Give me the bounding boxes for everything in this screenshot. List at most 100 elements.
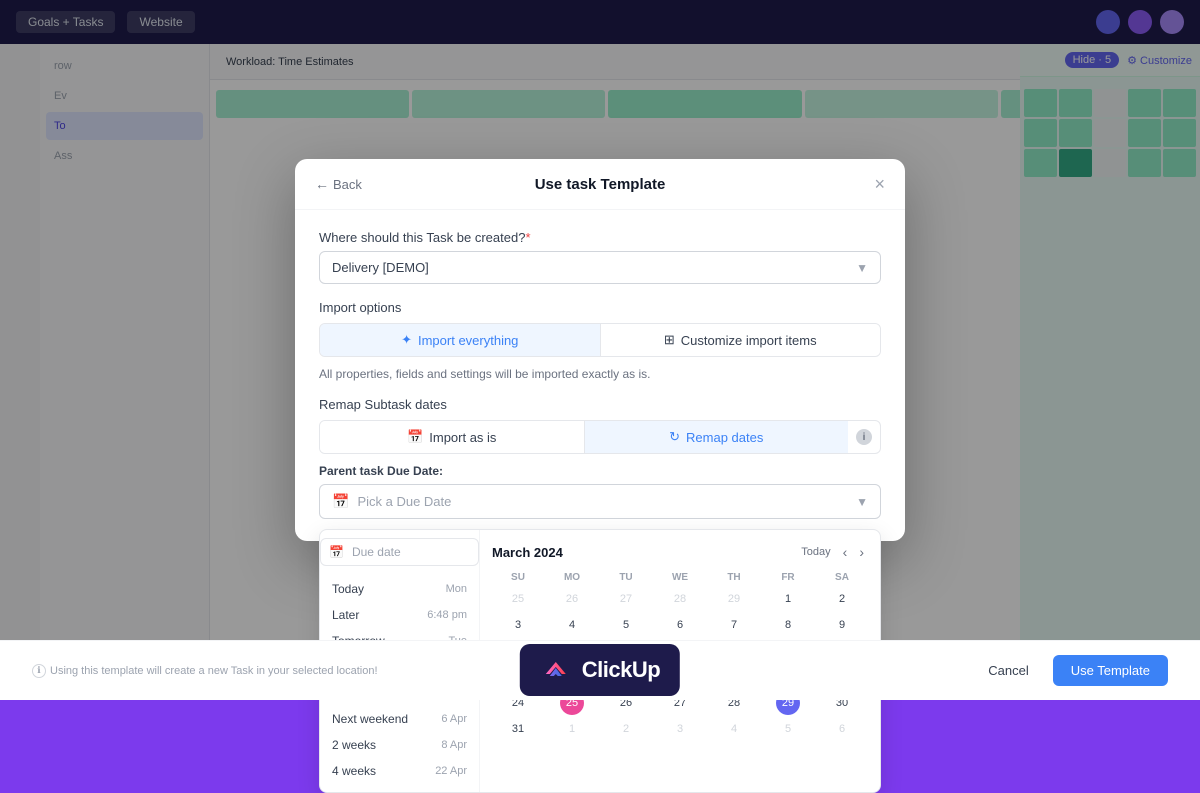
cal-day[interactable]: 8 <box>776 613 800 637</box>
quick-date-today[interactable]: Today Mon <box>320 576 479 602</box>
import-note: All properties, fields and settings will… <box>319 367 881 381</box>
due-date-input-row[interactable]: 📅 Due date <box>320 538 479 566</box>
quick-date-4weeks-day: 22 Apr <box>435 765 467 777</box>
footer-info-text: Using this template will create a new Ta… <box>50 665 378 677</box>
calendar-prev-btn[interactable]: ‹ <box>839 542 852 562</box>
cal-day[interactable]: 3 <box>668 717 692 741</box>
cal-day[interactable]: 9 <box>830 613 854 637</box>
clickup-icon <box>540 654 572 686</box>
cal-header-mo: MO <box>546 570 598 585</box>
import-options-group: ✦ Import everything ⊞ Customize import i… <box>319 323 881 357</box>
cal-day[interactable]: 3 <box>506 613 530 637</box>
cal-header-we: WE <box>654 570 706 585</box>
due-date-field-label: Due date <box>352 545 401 559</box>
footer-info-icon: ℹ <box>32 664 46 678</box>
calendar-icon: 📅 <box>332 493 349 510</box>
cal-header-sa: SA <box>816 570 868 585</box>
modal-body: Where should this Task be created?* Deli… <box>295 210 905 541</box>
calendar-today-btn[interactable]: Today <box>801 546 830 558</box>
location-dropdown[interactable]: Delivery [DEMO] ▼ <box>319 251 881 284</box>
where-label-text: Where should this Task be created? <box>319 230 525 245</box>
cal-day[interactable]: 2 <box>614 717 638 741</box>
quick-date-2weeks-label: 2 weeks <box>332 738 376 752</box>
sliders-icon: ⊞ <box>664 332 675 348</box>
cal-day[interactable]: 4 <box>722 717 746 741</box>
quick-date-later[interactable]: Later 6:48 pm <box>320 602 479 628</box>
sparkle-icon: ✦ <box>401 332 412 348</box>
quick-date-later-time: 6:48 pm <box>427 609 467 621</box>
cal-day[interactable]: 6 <box>830 717 854 741</box>
remap-dates-label: Remap dates <box>686 430 763 445</box>
remap-label: Remap Subtask dates <box>319 397 881 412</box>
cal-day[interactable]: 5 <box>776 717 800 741</box>
remap-options-group: 📅 Import as is ↻ Remap dates i <box>319 420 881 454</box>
cal-day[interactable]: 26 <box>560 587 584 611</box>
customize-import-button[interactable]: ⊞ Customize import items <box>601 324 881 356</box>
cal-header-su: SU <box>492 570 544 585</box>
quick-date-today-day: Mon <box>446 583 467 595</box>
import-as-is-label: Import as is <box>429 430 496 445</box>
quick-date-2weeks[interactable]: 2 weeks 8 Apr <box>320 732 479 758</box>
quick-date-4weeks[interactable]: 4 weeks 22 Apr <box>320 758 479 784</box>
clickup-name: ClickUp <box>582 657 660 683</box>
cal-day[interactable]: 27 <box>614 587 638 611</box>
back-label: Back <box>333 177 362 192</box>
cal-day[interactable]: 5 <box>614 613 638 637</box>
cal-day[interactable]: 29 <box>722 587 746 611</box>
calendar-small-icon: 📅 <box>407 429 423 445</box>
due-date-bold-label: Parent task Due Date: <box>319 464 443 478</box>
calendar-small-icon-2: 📅 <box>329 545 344 559</box>
close-button[interactable]: × <box>874 175 885 193</box>
modal-overlay: ← Back Use task Template × Where should … <box>0 0 1200 700</box>
cal-day[interactable]: 4 <box>560 613 584 637</box>
import-everything-button[interactable]: ✦ Import everything <box>320 324 600 356</box>
where-label: Where should this Task be created?* <box>319 230 881 245</box>
calendar-month-year: March 2024 <box>492 545 563 560</box>
cal-day[interactable]: 31 <box>506 717 530 741</box>
info-icon[interactable]: i <box>856 429 872 445</box>
quick-date-next-weekend-label: Next weekend <box>332 712 408 726</box>
pick-date-button[interactable]: 📅 Pick a Due Date ▼ <box>319 484 881 519</box>
quick-date-next-weekend-day: 6 Apr <box>441 713 467 725</box>
cal-day[interactable]: 6 <box>668 613 692 637</box>
cal-header-tu: TU <box>600 570 652 585</box>
cal-day[interactable]: 28 <box>668 587 692 611</box>
quick-date-2weeks-day: 8 Apr <box>441 739 467 751</box>
remap-dates-button[interactable]: ↻ Remap dates <box>585 421 849 453</box>
pick-date-placeholder: Pick a Due Date <box>357 494 451 509</box>
due-date-label: Parent task Due Date: <box>319 464 881 478</box>
modal: ← Back Use task Template × Where should … <box>295 159 905 541</box>
cal-day[interactable]: 2 <box>830 587 854 611</box>
footer-info: ℹ Using this template will create a new … <box>32 664 378 678</box>
calendar-next-btn[interactable]: › <box>855 542 868 562</box>
refresh-icon: ↻ <box>669 429 680 445</box>
cal-day[interactable]: 1 <box>776 587 800 611</box>
cal-header-th: TH <box>708 570 760 585</box>
quick-date-4weeks-label: 4 weeks <box>332 764 376 778</box>
chevron-down-icon: ▼ <box>856 261 868 275</box>
quick-date-later-label: Later <box>332 608 359 622</box>
quick-date-today-label: Today <box>332 582 364 596</box>
pick-date-chevron: ▼ <box>856 495 868 509</box>
footer-buttons: Cancel Use Template <box>976 655 1168 686</box>
location-value: Delivery [DEMO] <box>332 260 429 275</box>
modal-header: ← Back Use task Template × <box>295 159 905 210</box>
cal-header-fr: FR <box>762 570 814 585</box>
cancel-button[interactable]: Cancel <box>976 655 1040 686</box>
quick-date-next-weekend[interactable]: Next weekend 6 Apr <box>320 706 479 732</box>
calendar-nav: ‹ › <box>839 542 868 562</box>
calendar-header: March 2024 Today ‹ › <box>492 542 868 562</box>
customize-import-label: Customize import items <box>681 333 817 348</box>
back-arrow-icon: ← <box>315 176 329 192</box>
back-button[interactable]: ← Back <box>315 176 362 192</box>
cal-day[interactable]: 7 <box>722 613 746 637</box>
import-as-is-button[interactable]: 📅 Import as is <box>320 421 584 453</box>
use-template-button[interactable]: Use Template <box>1053 655 1168 686</box>
cal-day[interactable]: 25 <box>506 587 530 611</box>
modal-title: Use task Template <box>535 176 666 193</box>
import-options-label: Import options <box>319 300 881 315</box>
import-everything-label: Import everything <box>418 333 518 348</box>
clickup-logo: ClickUp <box>520 644 680 696</box>
cal-day[interactable]: 1 <box>560 717 584 741</box>
required-indicator: * <box>525 230 530 245</box>
